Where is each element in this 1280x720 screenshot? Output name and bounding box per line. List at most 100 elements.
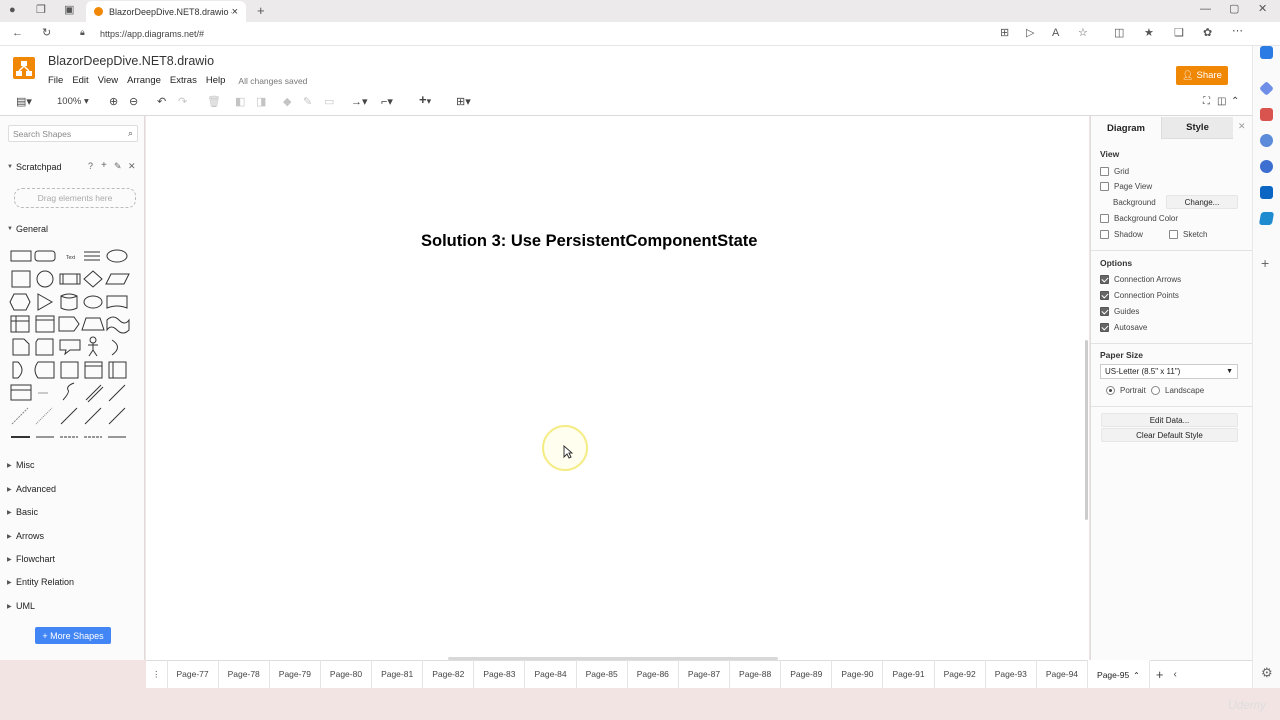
undo-icon[interactable]: ↶ — [157, 96, 166, 108]
share-button[interactable]: 👤︎ Share — [1176, 66, 1228, 85]
document-title[interactable]: BlazorDeepDive.NET8.drawio — [48, 54, 214, 68]
page-tab-94[interactable]: Page-94 — [1037, 660, 1089, 688]
page-tab-88[interactable]: Page-88 — [730, 660, 782, 688]
back-icon[interactable]: ← — [12, 28, 23, 39]
read-aloud-icon[interactable]: ▷ — [1026, 28, 1034, 39]
background-color-row[interactable]: Background Color — [1100, 214, 1178, 223]
menu-view[interactable]: View — [98, 75, 118, 86]
section-advanced[interactable]: Advanced — [16, 484, 56, 494]
page-menu-chevron-icon[interactable]: ⌃ — [1133, 671, 1140, 680]
page-tab-80[interactable]: Page-80 — [321, 660, 373, 688]
zoom-level[interactable]: 100% ▾ — [57, 96, 89, 108]
scratchpad-header[interactable]: Scratchpad — [16, 162, 62, 172]
diagram-title-text[interactable]: Solution 3: Use PersistentComponentState — [421, 232, 757, 251]
search-shapes-input[interactable]: Search Shapes ⌕ — [8, 125, 138, 142]
toggle-panels-icon[interactable]: ◫ — [1217, 96, 1226, 108]
delete-icon[interactable]: 🗑︎ — [207, 96, 221, 108]
flowchart-expand-icon[interactable]: ▶ — [7, 556, 12, 563]
grid-checkbox[interactable] — [1100, 167, 1109, 176]
collections-toolbar-icon[interactable]: ❏ — [1174, 28, 1184, 39]
edit-data-button[interactable]: Edit Data... — [1101, 413, 1238, 427]
refresh-icon[interactable]: ↻ — [42, 28, 51, 39]
format-panel-toggle-icon[interactable]: ▤▾ — [16, 96, 32, 108]
pages-menu-icon[interactable]: ⋮ — [146, 660, 168, 688]
page-tab-78[interactable]: Page-78 — [219, 660, 270, 688]
favorites-icon[interactable]: ★ — [1144, 28, 1154, 39]
autosave-checkbox[interactable] — [1100, 323, 1109, 332]
landscape-radio-row[interactable]: Landscape — [1151, 386, 1204, 395]
connection-points-row[interactable]: Connection Points — [1100, 291, 1179, 300]
redo-icon[interactable]: ↷ — [178, 96, 187, 108]
scratchpad-collapse-icon[interactable]: ▼ — [7, 164, 13, 170]
page-tab-81[interactable]: Page-81 — [372, 660, 424, 688]
favorite-star-icon[interactable]: ☆ — [1078, 28, 1088, 39]
people-icon[interactable] — [1260, 134, 1273, 147]
general-collapse-icon[interactable]: ▼ — [7, 226, 13, 232]
page-tab-91[interactable]: Page-91 — [883, 660, 935, 688]
zoom-in-icon[interactable]: ⊕ — [109, 96, 118, 108]
waypoints-icon[interactable]: ⌐▾ — [381, 96, 393, 108]
page-view-checkbox[interactable] — [1100, 182, 1109, 191]
tools-icon[interactable] — [1260, 108, 1273, 121]
sketch-row[interactable]: Sketch — [1169, 230, 1207, 239]
page-tab-83[interactable]: Page-83 — [474, 660, 526, 688]
immersive-reader-icon[interactable]: A — [1052, 28, 1059, 39]
portrait-radio[interactable] — [1106, 386, 1115, 395]
page-tab-92[interactable]: Page-92 — [935, 660, 986, 688]
line-color-icon[interactable]: ✎ — [303, 96, 312, 108]
menu-arrange[interactable]: Arrange — [127, 75, 161, 86]
scratchpad-drop-zone[interactable]: Drag elements here — [14, 188, 136, 208]
autosave-row[interactable]: Autosave — [1100, 323, 1147, 332]
page-tab-79[interactable]: Page-79 — [270, 660, 321, 688]
url-field[interactable]: https://app.diagrams.net/# — [100, 29, 204, 39]
section-uml[interactable]: UML — [16, 601, 35, 611]
more-shapes-button[interactable]: + More Shapes — [35, 627, 111, 644]
tab-close-icon[interactable]: × — [232, 6, 238, 18]
grid-checkbox-row[interactable]: Grid — [1100, 167, 1129, 176]
app-install-icon[interactable]: ⊞ — [1000, 28, 1009, 39]
shadow-icon[interactable]: ▭ — [324, 96, 334, 108]
connection-arrows-checkbox[interactable] — [1100, 275, 1109, 284]
connection-points-checkbox[interactable] — [1100, 291, 1109, 300]
tab-style[interactable]: Style — [1161, 117, 1233, 139]
search-icon[interactable]: ⌕ — [128, 128, 133, 139]
browser-tab[interactable]: BlazorDeepDive.NET8.drawio - di × — [86, 1, 246, 22]
zoom-out-icon[interactable]: ⊖ — [129, 96, 138, 108]
menu-edit[interactable]: Edit — [72, 75, 88, 86]
page-tab-82[interactable]: Page-82 — [423, 660, 475, 688]
page-tab-90[interactable]: Page-90 — [832, 660, 884, 688]
table-icon[interactable]: ⊞▾ — [456, 96, 471, 108]
section-flowchart[interactable]: Flowchart — [16, 554, 55, 564]
general-section-header[interactable]: General — [16, 224, 48, 234]
tab-diagram[interactable]: Diagram — [1091, 117, 1161, 139]
section-arrows[interactable]: Arrows — [16, 531, 44, 541]
menu-extras[interactable]: Extras — [170, 75, 197, 86]
paper-size-select[interactable]: US-Letter (8.5" x 11") ▼ — [1100, 364, 1238, 379]
basic-expand-icon[interactable]: ▶ — [7, 509, 12, 516]
maximize-icon[interactable]: ▢ — [1229, 4, 1239, 15]
section-basic[interactable]: Basic — [16, 507, 38, 517]
page-tab-85[interactable]: Page-85 — [577, 660, 628, 688]
canvas-horizontal-scrollbar[interactable] — [448, 657, 778, 660]
sidebar-settings-gear-icon[interactable]: ⚙ — [1261, 666, 1273, 679]
search-sidebar-icon[interactable] — [1260, 56, 1273, 69]
lock-icon[interactable]: 🔒︎ — [80, 28, 85, 37]
section-entity-relation[interactable]: Entity Relation — [16, 577, 74, 587]
split-screen-icon[interactable]: ◫ — [1114, 28, 1124, 39]
shadow-row[interactable]: Shadow — [1100, 230, 1143, 239]
shadow-checkbox[interactable] — [1100, 230, 1109, 239]
connection-icon[interactable]: →▾ — [351, 96, 368, 108]
help-icon[interactable]: ? — [88, 161, 93, 171]
fill-color-icon[interactable]: ◆ — [283, 96, 291, 108]
page-tab-86[interactable]: Page-86 — [628, 660, 679, 688]
guides-checkbox[interactable] — [1100, 307, 1109, 316]
games-icon[interactable] — [1260, 160, 1273, 173]
close-scratchpad-icon[interactable]: ✕ — [128, 161, 136, 172]
page-view-checkbox-row[interactable]: Page View — [1100, 182, 1152, 191]
add-page-icon[interactable]: + — [1150, 660, 1170, 688]
sketch-checkbox[interactable] — [1169, 230, 1178, 239]
collapse-icon[interactable]: ⌃ — [1231, 96, 1239, 108]
add-icon[interactable]: + — [101, 160, 107, 171]
misc-expand-icon[interactable]: ▶ — [7, 462, 12, 469]
page-tab-77[interactable]: Page-77 — [168, 660, 219, 688]
